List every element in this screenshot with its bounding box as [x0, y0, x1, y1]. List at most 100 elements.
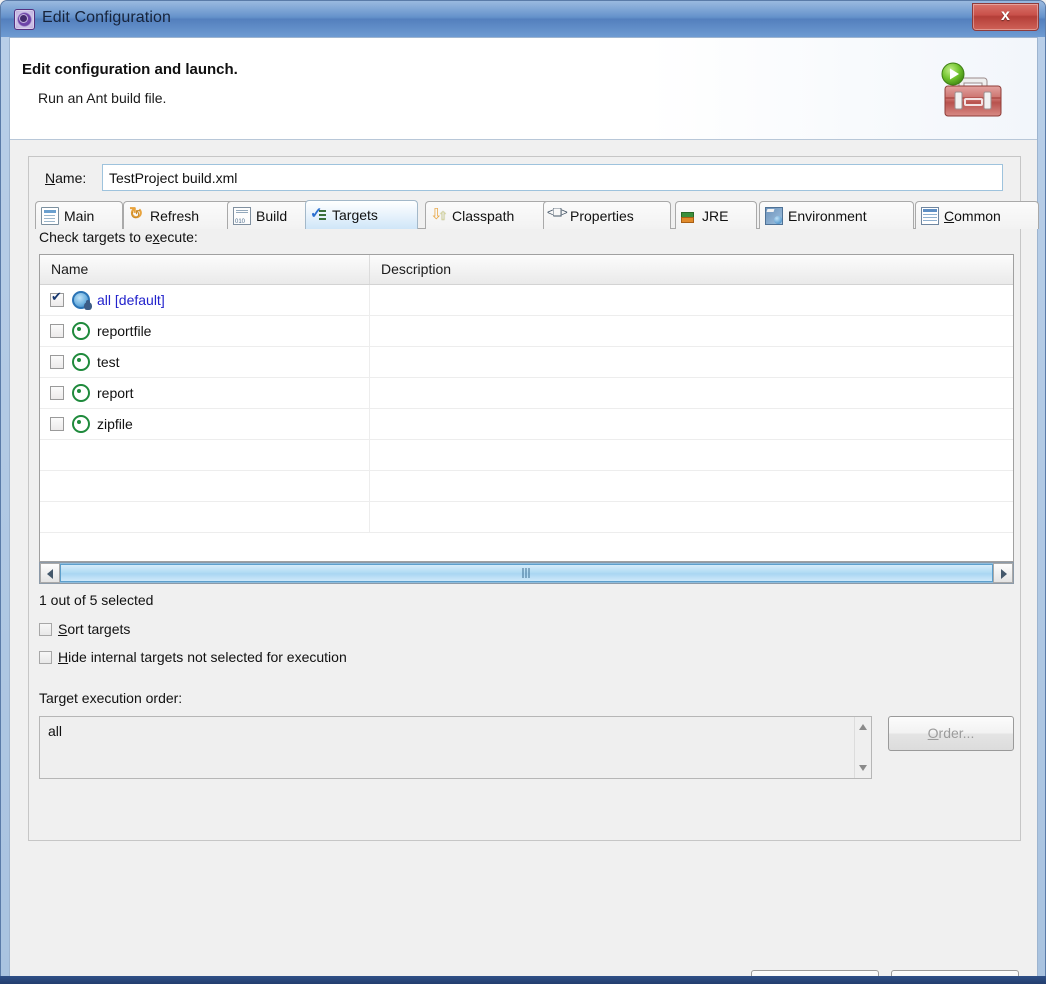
- scroll-down-arrow-icon[interactable]: [855, 760, 871, 776]
- targets-table-body: all [default] reportfile: [40, 285, 1013, 561]
- eclipse-launch-icon: [14, 9, 35, 30]
- target-name: zipfile: [97, 416, 133, 432]
- dialog-client-area: Edit configuration and launch. Run an An…: [9, 37, 1039, 983]
- target-name: reportfile: [97, 323, 152, 339]
- hscroll-thumb[interactable]: [60, 564, 993, 582]
- tab-build[interactable]: Build: [227, 201, 315, 229]
- tab-common[interactable]: Common: [915, 201, 1039, 229]
- jre-icon: [681, 208, 697, 224]
- scroll-right-arrow-icon[interactable]: [993, 563, 1013, 583]
- edit-configuration-dialog: Edit Configuration x Edit configuration …: [0, 0, 1046, 984]
- name-input[interactable]: [102, 164, 1003, 191]
- scroll-left-arrow-icon[interactable]: [40, 563, 60, 583]
- tab-classpath-label: Classpath: [452, 207, 515, 224]
- target-name: all [default]: [97, 292, 165, 308]
- tab-targets-label: Targets: [332, 207, 378, 223]
- environment-icon: [765, 206, 783, 225]
- target-checkbox[interactable]: [50, 290, 64, 307]
- table-row[interactable]: all [default]: [40, 285, 1013, 316]
- row-name-cell: test: [40, 347, 370, 377]
- screen-root: Edit Configuration x Edit configuration …: [0, 0, 1046, 984]
- tab-environment[interactable]: Environment: [759, 201, 914, 229]
- table-row-empty: [40, 440, 1013, 471]
- check-targets-label: Check targets to execute:: [39, 229, 198, 245]
- targets-icon: [310, 204, 327, 223]
- row-name-cell: zipfile: [40, 409, 370, 439]
- window-close-button[interactable]: x: [972, 3, 1039, 31]
- desktop-taskbar: [0, 976, 1046, 984]
- tab-refresh[interactable]: Refresh: [123, 201, 239, 229]
- tab-build-label: Build: [256, 207, 288, 224]
- build-icon: [233, 206, 251, 225]
- tab-main[interactable]: Main: [35, 201, 123, 229]
- dialog-banner: Edit configuration and launch. Run an An…: [10, 38, 1037, 140]
- target-checkbox[interactable]: [50, 324, 64, 338]
- dialog-body: Name: Main Refresh: [10, 140, 1039, 983]
- classpath-icon: [430, 205, 448, 224]
- target-checkbox[interactable]: [50, 355, 64, 369]
- target-icon: [72, 384, 90, 402]
- tab-bar: Main Refresh Build Targets: [35, 200, 1039, 229]
- name-label: Name:: [45, 170, 87, 186]
- hscroll-grip-icon: [522, 568, 531, 578]
- configuration-group: Name: Main Refresh: [28, 156, 1039, 841]
- row-name-cell: reportfile: [40, 316, 370, 346]
- order-button[interactable]: Order...: [888, 716, 1014, 751]
- tab-jre[interactable]: JRE: [675, 201, 757, 229]
- tab-common-label: Common: [944, 207, 1001, 224]
- table-row[interactable]: test: [40, 347, 1013, 378]
- hscroll-track[interactable]: [60, 563, 993, 583]
- target-name: report: [97, 385, 134, 401]
- column-header-description[interactable]: Description: [370, 255, 1013, 284]
- table-row-empty: [40, 502, 1013, 533]
- row-description-cell: [370, 409, 1013, 439]
- sort-targets-checkbox[interactable]: [39, 622, 52, 636]
- row-description-cell: [370, 471, 1013, 501]
- target-checkbox[interactable]: [50, 417, 64, 431]
- target-execution-order-label: Target execution order:: [39, 690, 183, 706]
- table-row[interactable]: zipfile: [40, 409, 1013, 440]
- common-icon: [921, 206, 939, 225]
- row-name-cell: [40, 471, 370, 501]
- targets-table-header: Name Description: [40, 255, 1013, 285]
- tab-environment-label: Environment: [788, 207, 867, 224]
- row-description-cell: [370, 285, 1013, 315]
- hide-internal-targets-option[interactable]: Hide internal targets not selected for e…: [39, 649, 347, 665]
- tab-properties-label: Properties: [570, 207, 634, 224]
- tab-properties[interactable]: Properties: [543, 201, 671, 229]
- tab-targets[interactable]: Targets: [305, 200, 418, 229]
- targets-tab-page: Check targets to execute: Name Descripti…: [35, 229, 1016, 834]
- refresh-icon: [129, 204, 145, 224]
- sort-targets-option[interactable]: Sort targets: [39, 621, 130, 637]
- tab-classpath[interactable]: Classpath: [425, 201, 549, 229]
- row-name-cell: [40, 440, 370, 470]
- order-list-vscrollbar[interactable]: [854, 717, 871, 778]
- table-row[interactable]: reportfile: [40, 316, 1013, 347]
- targets-table-hscrollbar[interactable]: [39, 562, 1014, 584]
- main-icon: [41, 206, 59, 225]
- target-icon: [72, 353, 90, 371]
- tab-jre-label: JRE: [702, 207, 729, 224]
- target-name: test: [97, 354, 120, 370]
- banner-subtitle: Run an Ant build file.: [38, 90, 167, 106]
- scroll-up-arrow-icon[interactable]: [855, 719, 871, 735]
- target-icon: [72, 415, 90, 433]
- target-checkbox[interactable]: [50, 386, 64, 400]
- targets-table: Name Description all [default]: [39, 254, 1014, 562]
- table-row-empty: [40, 471, 1013, 502]
- column-header-name[interactable]: Name: [40, 255, 370, 284]
- window-title: Edit Configuration: [42, 9, 171, 26]
- row-name-cell: all [default]: [40, 285, 370, 315]
- target-execution-order-list[interactable]: all: [39, 716, 872, 779]
- selection-status: 1 out of 5 selected: [39, 592, 154, 608]
- default-target-icon: [72, 291, 92, 310]
- order-list-item: all: [48, 723, 63, 739]
- close-icon: x: [1001, 7, 1010, 24]
- hide-internal-targets-checkbox[interactable]: [39, 650, 52, 664]
- row-description-cell: [370, 347, 1013, 377]
- row-description-cell: [370, 502, 1013, 532]
- table-row[interactable]: report: [40, 378, 1013, 409]
- row-description-cell: [370, 316, 1013, 346]
- ant-toolbox-run-icon: [929, 54, 1019, 128]
- properties-icon: [547, 206, 567, 224]
